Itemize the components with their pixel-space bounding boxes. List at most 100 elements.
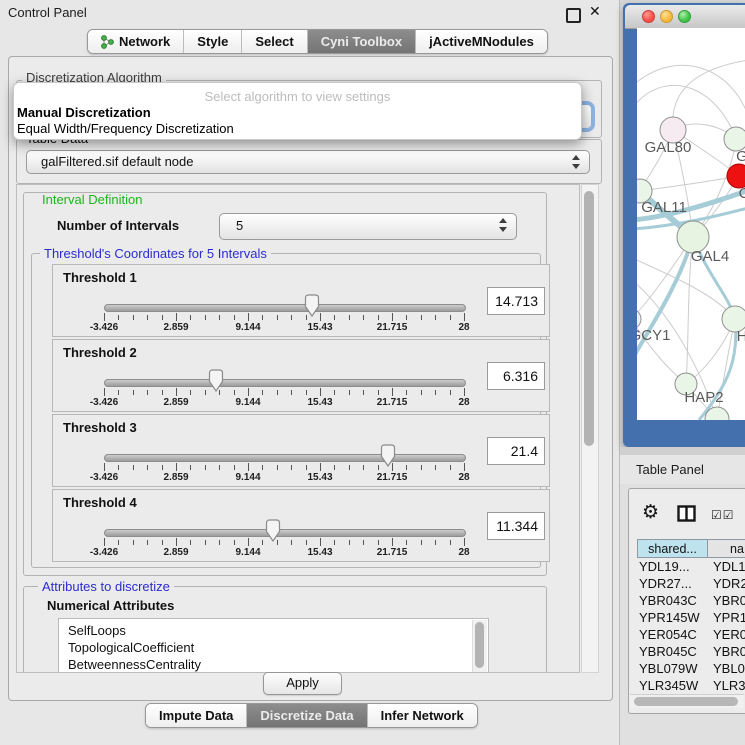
table-row[interactable]: YBR045C YBR0 — [637, 644, 745, 661]
axis-tick-label: 2.859 — [146, 322, 206, 333]
table-row[interactable]: YDR27... YDR2 — [637, 576, 745, 593]
axis-tick — [378, 540, 379, 545]
float-window-icon[interactable] — [566, 8, 581, 23]
settings-scroll-viewport: Interval Definition Number of Intervals … — [16, 184, 580, 673]
tab-impute-data[interactable]: Impute Data — [146, 704, 246, 727]
settings-scrollbar-thumb[interactable] — [584, 191, 594, 446]
number-of-intervals-spinner[interactable]: 5 — [219, 213, 517, 240]
checkbox-icons[interactable]: ☑☑ — [711, 508, 735, 522]
axis-tick — [219, 315, 220, 320]
threshold-value-input[interactable]: 21.4 — [487, 437, 545, 465]
threshold-value-input[interactable]: 6.316 — [487, 362, 545, 390]
cell-shared-name[interactable]: YDL19... — [639, 559, 707, 574]
slider-handle[interactable] — [303, 294, 321, 317]
network-node-label: GA — [736, 148, 745, 165]
axis-tick — [162, 315, 163, 320]
axis-tick — [104, 463, 105, 471]
cell-name[interactable]: YBR0 — [713, 593, 745, 608]
node-table: ⚙ ☑☑ shared... na YDL19...YDL1YDR27...YD… — [628, 488, 745, 714]
table-row[interactable]: YPR145W YPR1 — [637, 610, 745, 627]
slider-handle[interactable] — [207, 369, 225, 392]
tab-jactivemnodules[interactable]: jActiveMNodules — [415, 30, 547, 53]
combo-stepper-icon — [572, 155, 580, 169]
gear-icon[interactable]: ⚙ — [642, 503, 659, 522]
axis-tick — [435, 465, 436, 470]
threshold-slider-track[interactable] — [104, 304, 466, 312]
threshold-title: Threshold 4 — [63, 495, 137, 510]
column-header-name[interactable]: na — [707, 539, 745, 558]
close-traffic-light-icon[interactable] — [642, 10, 655, 23]
axis-tick — [176, 313, 177, 321]
network-edge[interactable] — [637, 65, 745, 128]
zoom-traffic-light-icon[interactable] — [678, 10, 691, 23]
tab-cyni-toolbox[interactable]: Cyni Toolbox — [307, 30, 415, 53]
attributes-group-label: Attributes to discretize — [38, 580, 174, 593]
axis-tick-label: 28 — [434, 472, 494, 483]
axis-tick — [176, 463, 177, 471]
network-node-gcy1[interactable] — [637, 309, 641, 329]
network-canvas[interactable]: GAL80GACGAL11GAL4GCY1HHAP2 — [637, 28, 745, 420]
tab-discretize-data[interactable]: Discretize Data — [246, 704, 366, 727]
minimize-traffic-light-icon[interactable] — [660, 10, 673, 23]
table-row[interactable]: YBL079W YBL0 — [637, 661, 745, 678]
attribute-item-betweennesscentrality[interactable]: BetweennessCentrality — [59, 656, 488, 673]
tab-label: Impute Data — [159, 708, 233, 723]
table-row[interactable]: YBR043C YBR0 — [637, 593, 745, 610]
threshold-value-input[interactable]: 11.344 — [487, 512, 545, 540]
tab-infer-network[interactable]: Infer Network — [367, 704, 477, 727]
table-row[interactable]: YDL19... YDL1 — [637, 559, 745, 576]
cell-shared-name[interactable]: YBR045C — [639, 644, 707, 659]
cell-name[interactable]: YPR1 — [713, 610, 745, 625]
apply-button[interactable]: Apply — [263, 672, 342, 695]
table-data-combobox[interactable]: galFiltered.sif default node — [26, 150, 590, 174]
algorithm-option-manual[interactable]: Manual Discretization — [17, 105, 567, 120]
control-panel-title: Control Panel — [8, 5, 87, 20]
network-window-titlebar[interactable] — [625, 5, 745, 29]
axis-tick — [464, 388, 465, 396]
axis-tick-label: 9.144 — [218, 472, 278, 483]
attributes-scrollbar-thumb[interactable] — [475, 622, 484, 668]
axis-tick — [306, 390, 307, 395]
attribute-item-topologicalcoefficient[interactable]: TopologicalCoefficient — [59, 639, 488, 656]
cell-name[interactable]: YDL1 — [713, 559, 745, 574]
threshold-slider-track[interactable] — [104, 529, 466, 537]
algorithm-option-equal-width[interactable]: Equal Width/Frequency Discretization — [17, 121, 567, 136]
tab-style[interactable]: Style — [183, 30, 241, 53]
cell-name[interactable]: YLR3 — [713, 678, 745, 693]
number-of-intervals-value: 5 — [236, 218, 243, 233]
table-row[interactable]: YER054C YER0 — [637, 627, 745, 644]
axis-tick — [147, 315, 148, 320]
tab-select[interactable]: Select — [241, 30, 306, 53]
network-edge[interactable] — [640, 176, 739, 191]
axis-tick — [277, 465, 278, 470]
close-icon[interactable]: ✕ — [589, 3, 601, 20]
axis-tick — [234, 465, 235, 470]
axis-tick — [435, 315, 436, 320]
slider-handle[interactable] — [264, 519, 282, 542]
attribute-item-selfloops[interactable]: SelfLoops — [59, 622, 488, 639]
cell-shared-name[interactable]: YBR043C — [639, 593, 707, 608]
table-hscrollbar-thumb[interactable] — [634, 697, 738, 706]
tab-network[interactable]: Network — [88, 30, 183, 53]
cell-shared-name[interactable]: YPR145W — [639, 610, 707, 625]
axis-tick-label: 21.715 — [362, 547, 422, 558]
axis-tick-label: -3.426 — [74, 472, 134, 483]
threshold-slider-track[interactable] — [104, 454, 466, 462]
cell-name[interactable]: YBL0 — [713, 661, 745, 676]
column-header-shared-name[interactable]: shared... — [637, 539, 708, 558]
cell-name[interactable]: YER0 — [713, 627, 745, 642]
threshold-value-input[interactable]: 14.713 — [487, 287, 545, 315]
cell-shared-name[interactable]: YER054C — [639, 627, 707, 642]
slider-handle[interactable] — [379, 444, 397, 467]
threshold-slider-track[interactable] — [104, 379, 466, 387]
cell-shared-name[interactable]: YBL079W — [639, 661, 707, 676]
cell-shared-name[interactable]: YDR27... — [639, 576, 707, 591]
cell-name[interactable]: YDR2 — [713, 576, 745, 591]
cell-name[interactable]: YBR0 — [713, 644, 745, 659]
number-of-intervals-label: Number of Intervals — [57, 218, 179, 233]
split-columns-icon[interactable] — [677, 505, 696, 527]
table-row[interactable]: YLR345W YLR3 — [637, 678, 745, 695]
network-edge[interactable] — [637, 85, 736, 139]
cell-shared-name[interactable]: YLR345W — [639, 678, 707, 693]
tab-label: Infer Network — [381, 708, 464, 723]
